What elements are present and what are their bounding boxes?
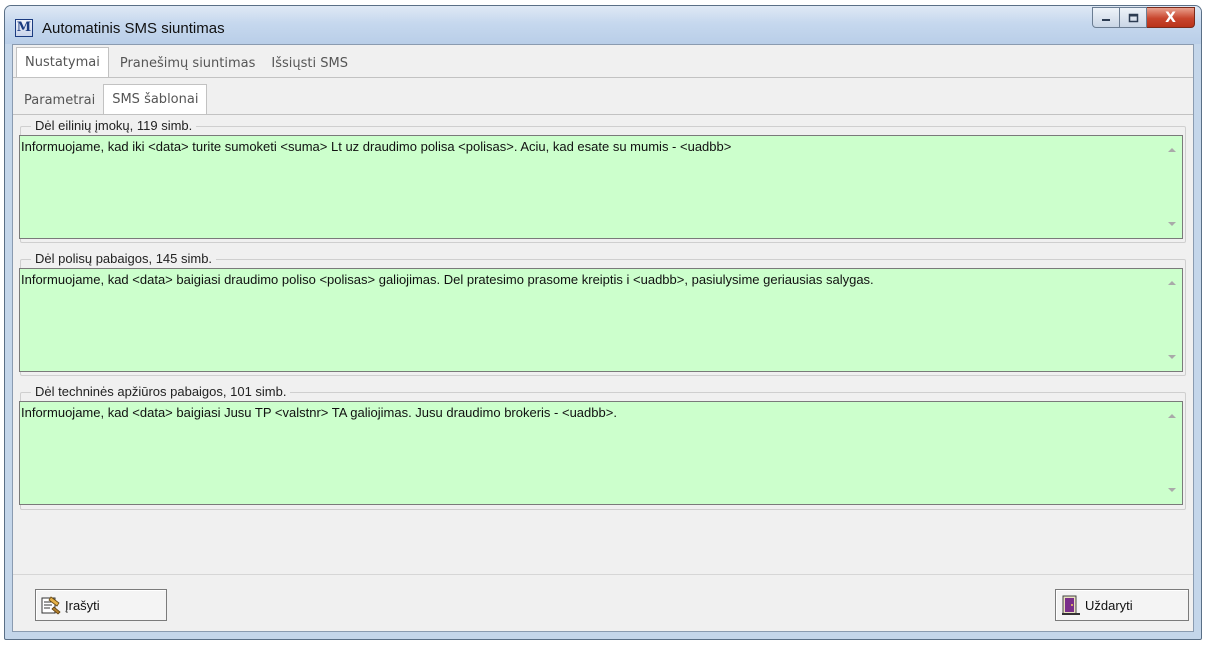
sub-tabs: Parametrai SMS šablonai: [13, 84, 208, 114]
close-button[interactable]: Uždaryti: [1055, 589, 1189, 621]
minimize-button[interactable]: [1092, 7, 1120, 28]
sub-tabs-divider: [13, 114, 1193, 115]
main-tabs: Nustatymai Pranešimų siuntimas Išsiųsti …: [13, 47, 356, 77]
tab-issiusti-sms[interactable]: Išsiųsti SMS: [263, 51, 356, 77]
template-text[interactable]: Informuojame, kad <data> baigiasi Jusu T…: [21, 405, 1159, 420]
main-window: M Automatinis SMS siuntimas X Nustatymai…: [4, 5, 1202, 640]
scroll-down-icon[interactable]: [1168, 488, 1176, 492]
template-group-imokos: Dėl eilinių įmokų, 119 simb. Informuojam…: [19, 118, 1186, 243]
memo-scrollbar[interactable]: [1163, 136, 1182, 238]
template-memo[interactable]: Informuojame, kad <data> baigiasi draudi…: [19, 268, 1183, 372]
template-label: Dėl polisų pabaigos, 145 simb.: [31, 251, 217, 266]
exit-door-icon: [1060, 594, 1082, 616]
close-icon: X: [1165, 9, 1176, 26]
scroll-down-icon[interactable]: [1168, 222, 1176, 226]
maximize-button[interactable]: [1120, 7, 1147, 28]
close-window-button[interactable]: X: [1147, 7, 1195, 28]
tab-pranesimu-siuntimas[interactable]: Pranešimų siuntimas: [112, 51, 264, 77]
close-button-label: Uždaryti: [1085, 597, 1133, 613]
memo-scrollbar[interactable]: [1163, 402, 1182, 504]
template-group-ta: Dėl techninės apžiūros pabaigos, 101 sim…: [19, 384, 1186, 510]
window-controls: X: [1092, 7, 1195, 29]
template-group-polisai: Dėl polisų pabaigos, 145 simb. Informuoj…: [19, 251, 1186, 376]
scroll-down-icon[interactable]: [1168, 355, 1176, 359]
scroll-up-icon[interactable]: [1168, 148, 1176, 152]
memo-scrollbar[interactable]: [1163, 269, 1182, 371]
save-button[interactable]: Įrašyti: [35, 589, 167, 621]
tab-nustatymai[interactable]: Nustatymai: [16, 47, 109, 77]
subtab-sms-sablonai[interactable]: SMS šablonai: [103, 84, 208, 114]
template-memo[interactable]: Informuojame, kad iki <data> turite sumo…: [19, 135, 1183, 239]
maximize-icon: [1128, 13, 1138, 22]
window-title: Automatinis SMS siuntimas: [42, 20, 225, 37]
title-bar[interactable]: M Automatinis SMS siuntimas X: [5, 6, 1201, 44]
template-label: Dėl techninės apžiūros pabaigos, 101 sim…: [31, 384, 291, 399]
minimize-icon: [1102, 18, 1110, 21]
client-area: Nustatymai Pranešimų siuntimas Išsiųsti …: [12, 44, 1194, 632]
bottom-separator: [13, 574, 1193, 575]
scroll-up-icon[interactable]: [1168, 281, 1176, 285]
app-icon: M: [15, 19, 33, 37]
main-tabs-divider: [13, 77, 1193, 78]
save-icon: [40, 594, 62, 616]
template-label: Dėl eilinių įmokų, 119 simb.: [31, 118, 197, 133]
template-text[interactable]: Informuojame, kad iki <data> turite sumo…: [21, 139, 1159, 154]
template-memo[interactable]: Informuojame, kad <data> baigiasi Jusu T…: [19, 401, 1183, 505]
template-text[interactable]: Informuojame, kad <data> baigiasi draudi…: [21, 272, 1159, 287]
subtab-parametrai[interactable]: Parametrai: [16, 88, 103, 114]
scroll-up-icon[interactable]: [1168, 414, 1176, 418]
save-button-label: Įrašyti: [65, 597, 100, 613]
